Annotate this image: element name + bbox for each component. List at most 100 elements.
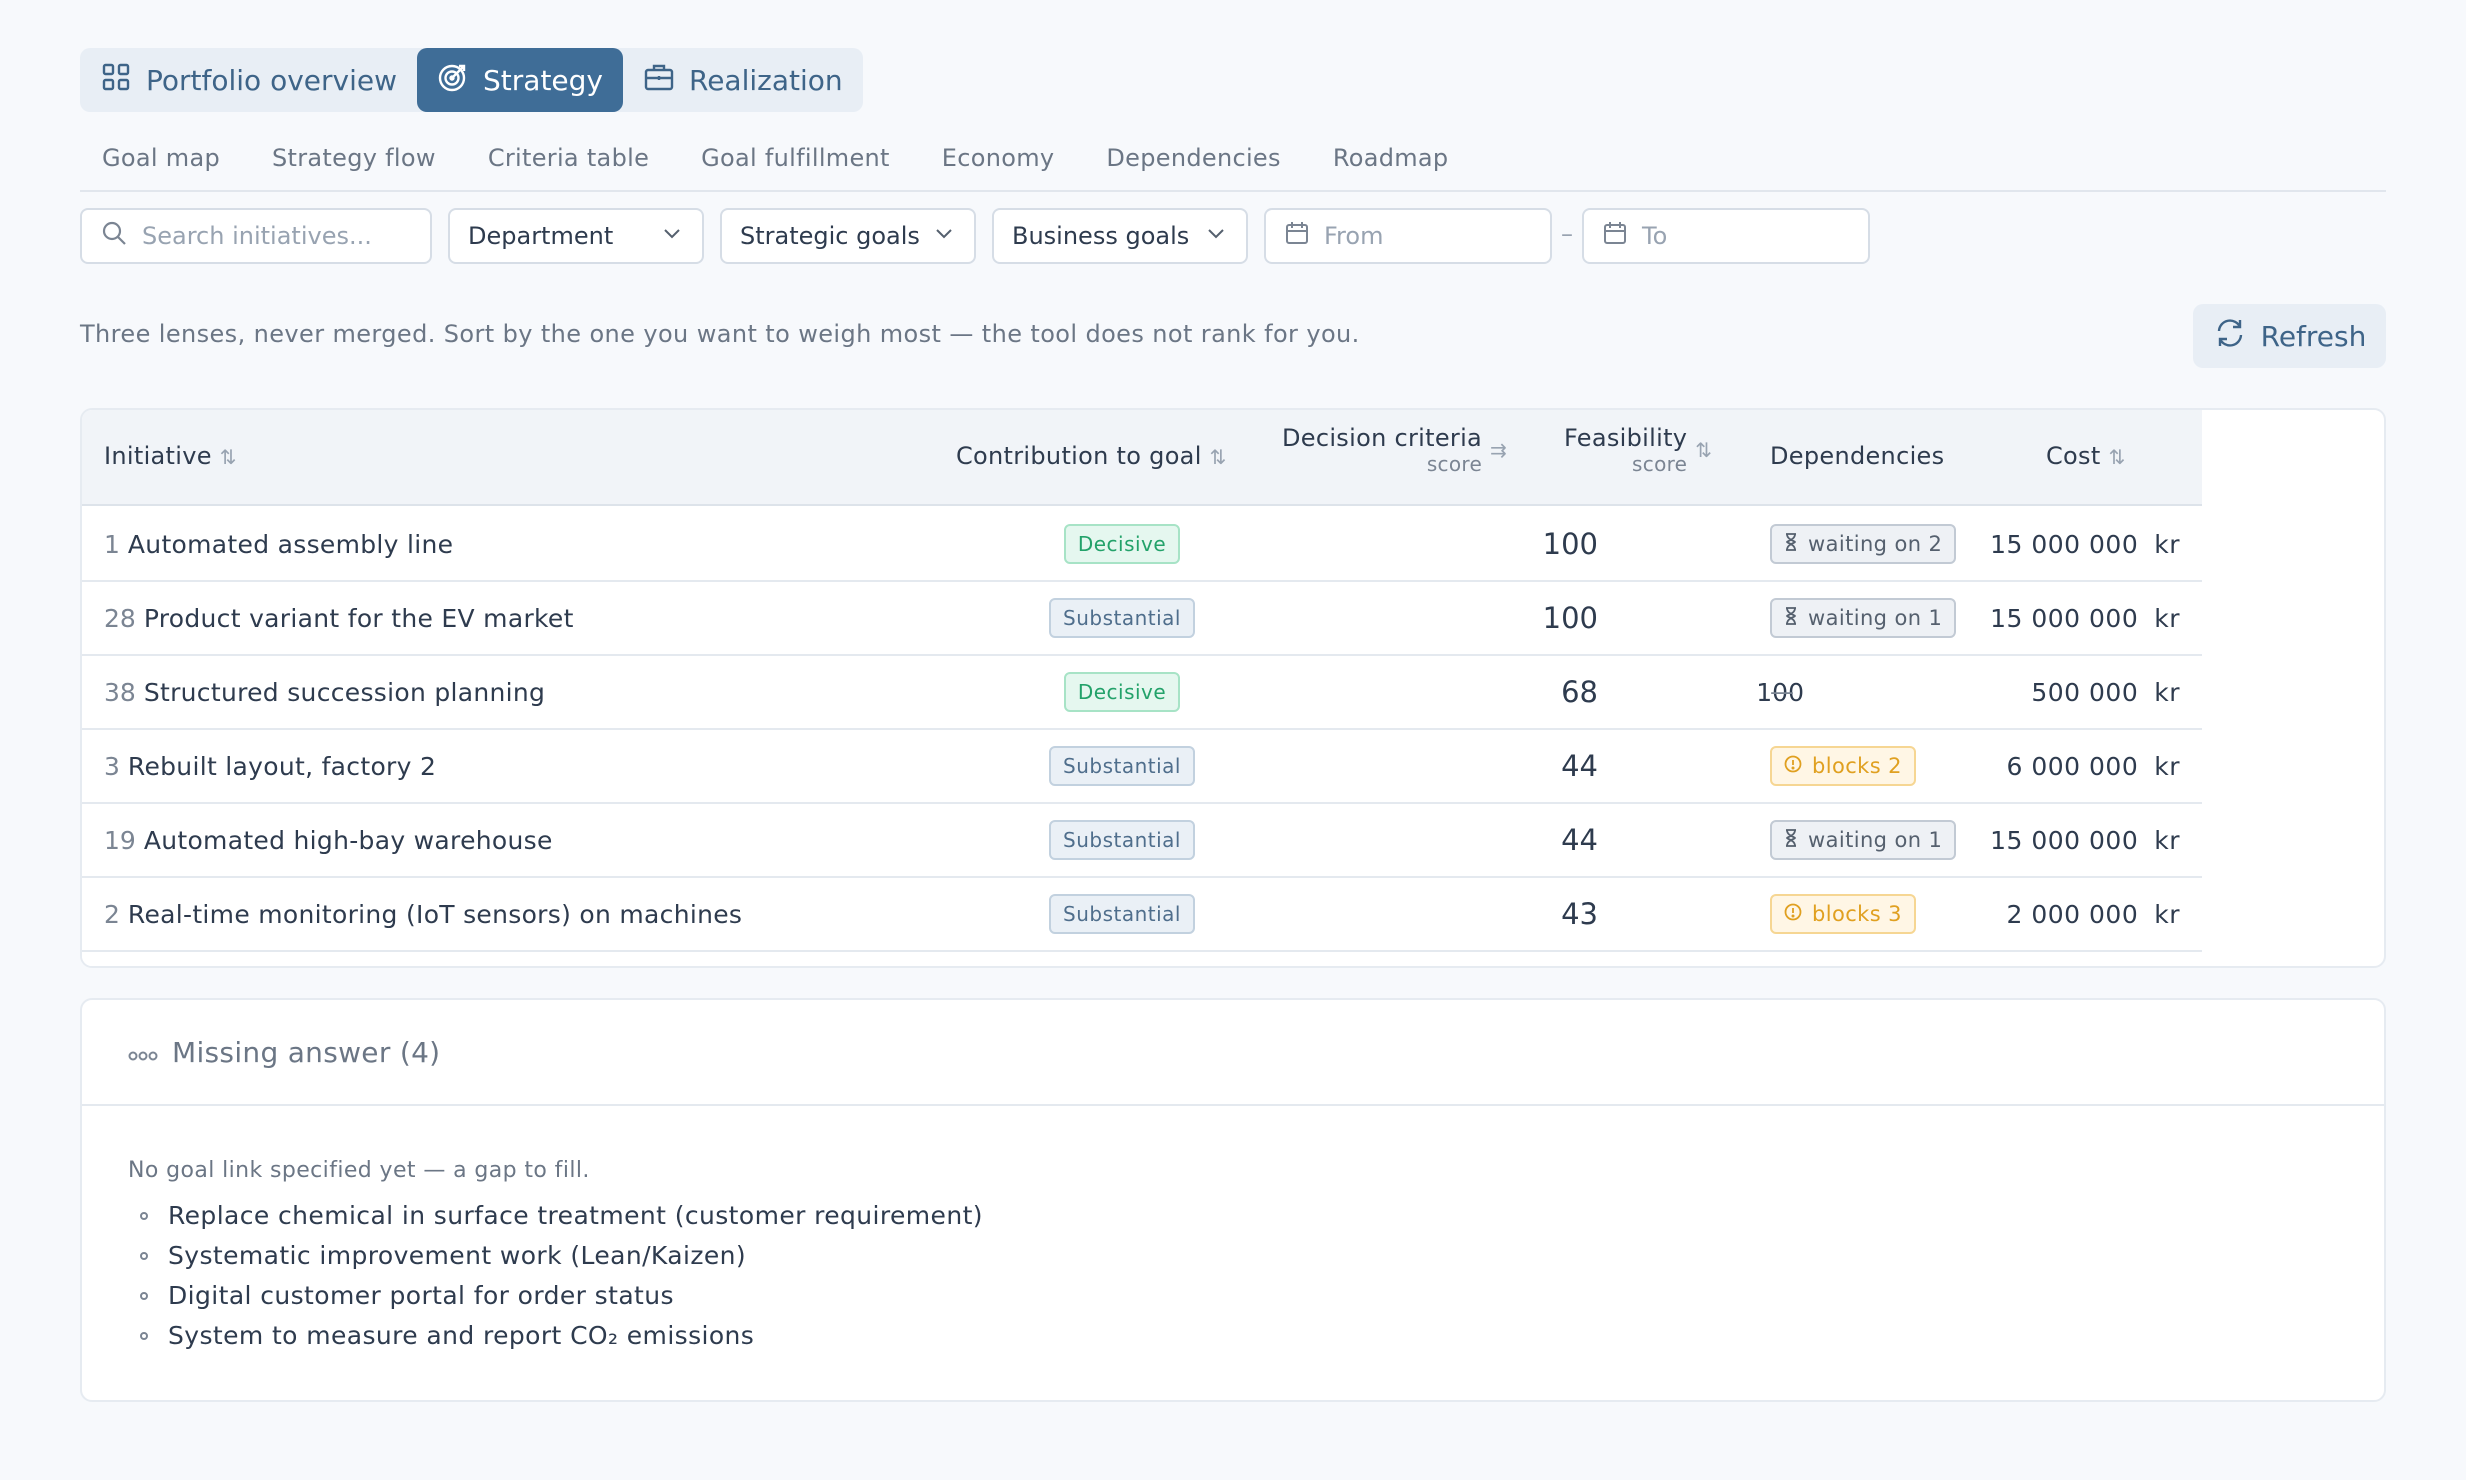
table-header: Initiative ⇅ Contribution to goal ⇅ Decisi… — [82, 410, 2202, 506]
subnav-dependencies[interactable]: Dependencies — [1084, 138, 1302, 190]
dots-icon — [128, 1036, 158, 1069]
contribution-badge: Decisive — [1063, 672, 1181, 712]
cost-value: 500 000 — [2031, 677, 2139, 707]
dependency-label: waiting on 2 — [1808, 532, 1943, 556]
initiative-number: 38 — [104, 677, 136, 707]
contribution-cell: Substantial — [952, 878, 1292, 950]
initiative-name: Product variant for the EV market — [143, 603, 574, 633]
contribution-cell: Substantial — [952, 730, 1292, 802]
initiative-cell[interactable]: 1 Automated assembly line — [104, 508, 453, 580]
col-contribution[interactable]: Contribution to goal ⇅ — [956, 442, 1227, 470]
department-value: Department — [468, 222, 614, 250]
tab-realization[interactable]: Realization — [623, 48, 863, 112]
table-row[interactable]: 19 Automated high-bay warehouse Substantia… — [82, 804, 2202, 878]
cost-value: 15 000 000 — [1990, 529, 2139, 559]
tab-strategy[interactable]: Strategy — [417, 48, 623, 112]
list-item-label: System to measure and report CO₂ emissio… — [168, 1321, 755, 1350]
list-item-label: Digital customer portal for order status — [168, 1281, 674, 1310]
dependency-badge[interactable]: waiting on 1 — [1770, 820, 1957, 860]
table-row[interactable]: 2 Real-time monitoring (IoT sensors) on m… — [82, 878, 2202, 952]
initiative-cell[interactable]: 38 Structured succession planning — [104, 656, 545, 728]
subnav-criteria-table[interactable]: Criteria table — [466, 138, 671, 190]
hourglass-icon — [1784, 828, 1798, 852]
col-contribution-label: Contribution to goal — [956, 442, 1202, 470]
chevron-down-icon — [932, 221, 956, 251]
from-date-input[interactable]: From — [1264, 208, 1552, 264]
from-placeholder: From — [1324, 222, 1384, 250]
initiative-cell[interactable]: 19 Automated high-bay warehouse — [104, 804, 553, 876]
to-date-input[interactable]: To — [1582, 208, 1870, 264]
dependency-label: blocks 2 — [1812, 754, 1902, 778]
sort-icon: ⇅ — [1695, 438, 1713, 462]
subnav-economy[interactable]: Economy — [920, 138, 1077, 190]
refresh-icon — [2213, 316, 2247, 357]
contribution-badge: Substantial — [1049, 746, 1195, 786]
decision-score-cell: 68 — [1382, 656, 1598, 728]
decision-score-cell: 44 — [1382, 804, 1598, 876]
cost-unit: kr — [2154, 529, 2180, 559]
cost-value: 15 000 000 — [1990, 603, 2139, 633]
dependency-badge[interactable]: waiting on 1 — [1770, 598, 1957, 638]
subnav-goal-map[interactable]: Goal map — [80, 138, 242, 190]
table-row[interactable]: 1Automated assembly lineDecisive10040wai… — [82, 508, 2202, 582]
decision-score-cell: 100 — [1382, 582, 1598, 654]
view-tabs: Portfolio overview Strategy Realization — [80, 48, 863, 112]
decision-score-cell: 100 — [1382, 508, 1598, 580]
tab-portfolio-overview[interactable]: Portfolio overview — [80, 48, 417, 112]
col-cost[interactable]: Cost ⇅ — [2046, 442, 2126, 470]
no-dependency: — — [1770, 678, 1794, 706]
col-initiative[interactable]: Initiative ⇅ — [104, 442, 237, 470]
initiative-number: 19 — [104, 825, 136, 855]
sub-navigation: Goal map Strategy flow Criteria table Go… — [80, 138, 2386, 192]
col-dependencies-label: Dependencies — [1770, 442, 1945, 470]
col-dependencies: Dependencies — [1770, 442, 1944, 470]
table-row-partial — [82, 952, 2202, 966]
subnav-strategy-flow[interactable]: Strategy flow — [250, 138, 458, 190]
business-goals-value: Business goals — [1012, 222, 1190, 250]
cost-cell: 15 000 000 kr — [1982, 508, 2180, 580]
decision-score: 44 — [1561, 823, 1598, 857]
dependency-badge[interactable]: waiting on 2 — [1770, 524, 1957, 564]
calendar-icon — [1602, 220, 1628, 252]
table-row[interactable]: 38 Structured succession planning Decisive… — [82, 656, 2202, 730]
dependency-badge[interactable]: blocks 2 — [1770, 746, 1916, 786]
dependencies-cell: blocks 3 — [1770, 878, 1916, 950]
contribution-badge: Substantial — [1049, 598, 1195, 638]
department-select[interactable]: Department — [448, 208, 704, 264]
cost-value: 15 000 000 — [1990, 825, 2139, 855]
list-item-label: Systematic improvement work (Lean/Kaizen… — [168, 1241, 747, 1270]
initiative-cell[interactable]: 3 Rebuilt layout, factory 2 — [104, 730, 436, 802]
list-item: System to measure and report CO₂ emissio… — [128, 1316, 983, 1356]
subnav-roadmap[interactable]: Roadmap — [1311, 138, 1471, 190]
sort-icon: ⇅ — [1209, 445, 1227, 469]
initiative-cell[interactable]: 28 Product variant for the EV market — [104, 582, 574, 654]
initiative-number: 28 — [104, 603, 136, 633]
contribution-badge: Decisive — [1063, 524, 1181, 564]
initiative-name: Real-time monitoring (IoT sensors) on ma… — [127, 899, 743, 929]
subnav-goal-fulfillment[interactable]: Goal fulfillment — [679, 138, 912, 190]
table-row[interactable]: 3Rebuilt layout, factory 2 Substantial 44 6… — [82, 730, 2202, 804]
decision-score-cell: 44 — [1382, 730, 1598, 802]
hourglass-icon — [1784, 532, 1798, 556]
cost-unit: kr — [2154, 899, 2180, 929]
col-cost-label: Cost — [2046, 442, 2101, 470]
tab-label: Realization — [689, 63, 843, 97]
cost-unit: kr — [2154, 751, 2180, 781]
search-input[interactable]: Search initiatives... — [80, 208, 432, 264]
missing-answer-header[interactable]: Missing answer (4) — [82, 1000, 2384, 1106]
target-icon — [437, 61, 469, 100]
dependency-badge[interactable]: blocks 3 — [1770, 894, 1916, 934]
page: Portfolio overview Strategy Realization … — [0, 0, 2466, 1480]
business-goals-select[interactable]: Business goals — [992, 208, 1248, 264]
col-decision-criteria[interactable]: Decision criteria score ⇉ — [1282, 424, 1507, 476]
table-row[interactable]: 28 Product variant for the EV market Subst… — [82, 582, 2202, 656]
initiative-number: 3 — [104, 751, 120, 781]
col-feasibility[interactable]: Feasibility score ⇅ — [1564, 424, 1712, 476]
strategic-goals-select[interactable]: Strategic goals — [720, 208, 976, 264]
missing-answer-note: No goal link specified yet — a gap to fi… — [128, 1158, 590, 1183]
cost-cell: 15 000 000 kr — [1982, 582, 2180, 654]
refresh-button[interactable]: Refresh — [2193, 304, 2386, 368]
initiative-cell[interactable]: 2 Real-time monitoring (IoT sensors) on m… — [104, 878, 742, 950]
cost-value: 2 000 000 — [2006, 899, 2139, 929]
contribution-cell: Substantial — [952, 582, 1292, 654]
